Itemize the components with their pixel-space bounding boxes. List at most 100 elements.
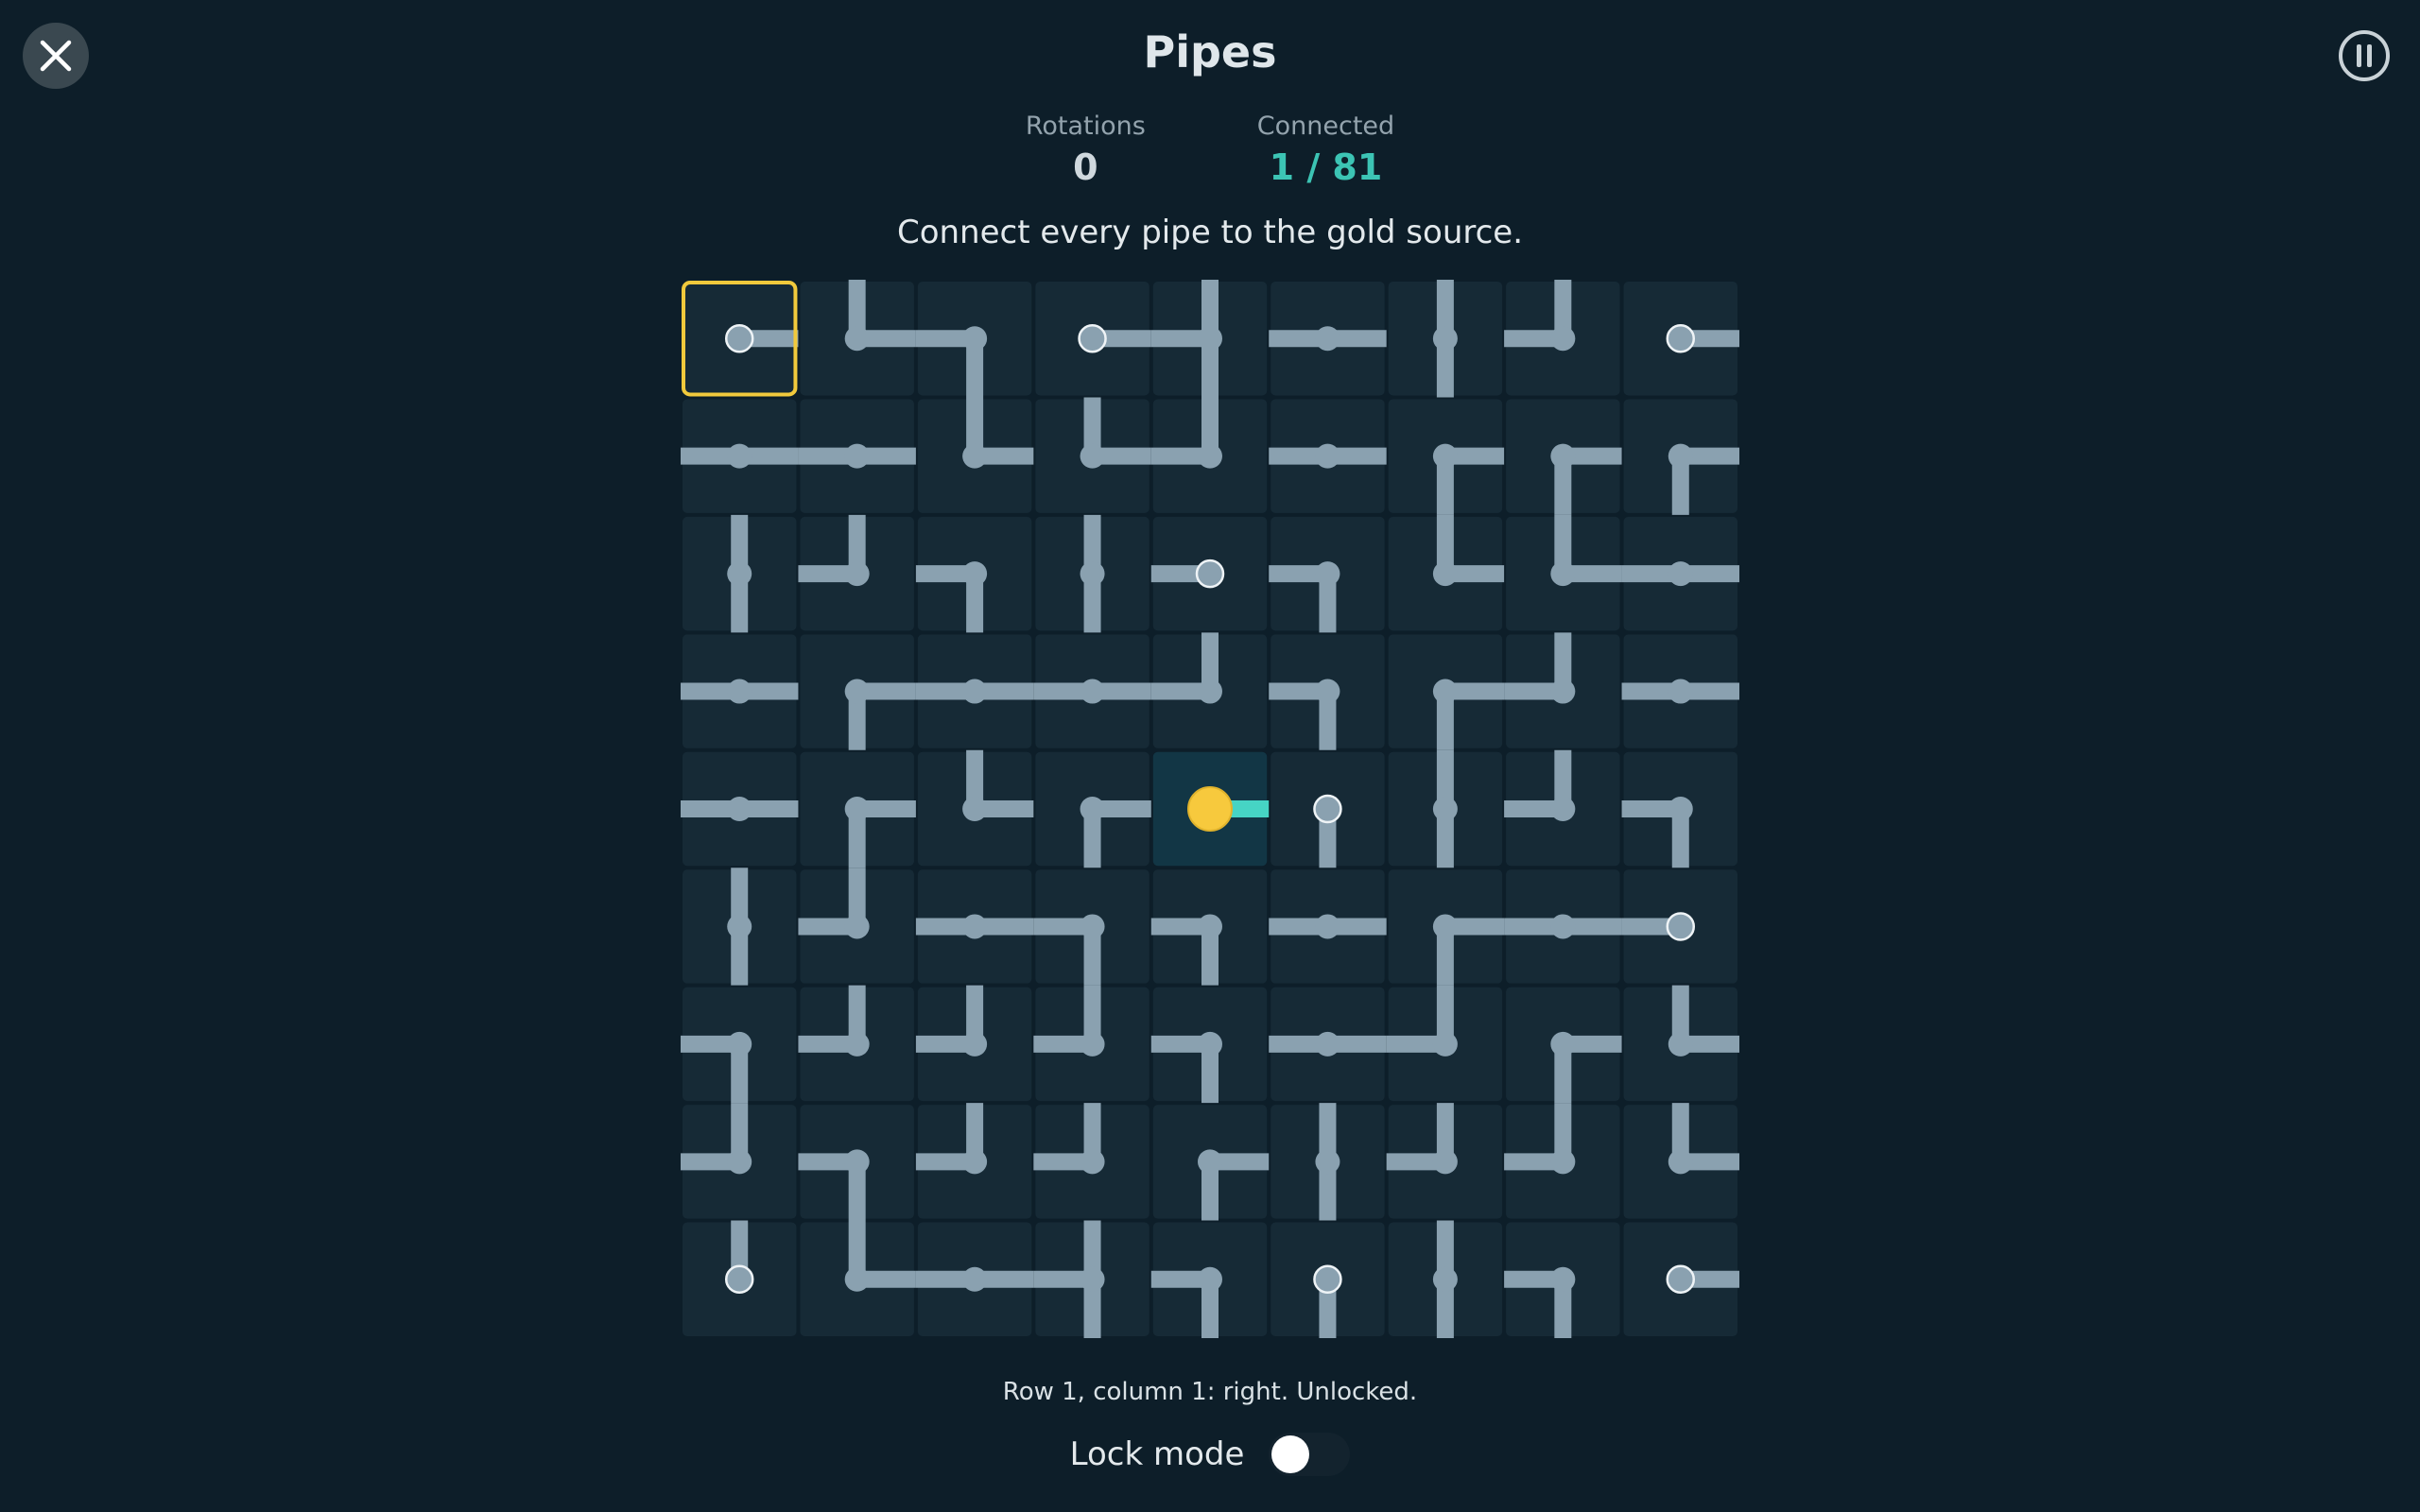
pipe-tile[interactable] <box>1388 399 1505 515</box>
pipe-tile[interactable] <box>1269 869 1387 984</box>
pipe-tile[interactable] <box>800 751 916 868</box>
junction-node <box>962 326 988 352</box>
pipe-tile[interactable] <box>1035 397 1151 513</box>
junction-node <box>962 1266 988 1292</box>
junction-node <box>844 561 870 587</box>
pipe-tile[interactable] <box>1033 1220 1150 1338</box>
pipe-tile[interactable] <box>1150 869 1268 986</box>
pipe-tile[interactable] <box>1033 869 1150 986</box>
pipe-tile[interactable] <box>1033 1103 1150 1219</box>
pipe-board <box>681 280 1739 1338</box>
pipe-tile[interactable] <box>1150 1222 1268 1338</box>
pipe-tile[interactable] <box>1270 1103 1385 1221</box>
pipe-tile[interactable] <box>1623 399 1739 515</box>
pipe-tile[interactable] <box>1504 749 1620 867</box>
pipe-tile[interactable] <box>1623 282 1739 396</box>
pipe-tile[interactable] <box>915 516 1032 633</box>
junction-node <box>844 326 870 352</box>
junction-node <box>727 561 752 587</box>
pipe-tile[interactable] <box>1504 1222 1620 1338</box>
pipe-tile[interactable] <box>1504 280 1620 396</box>
pipe-tile[interactable] <box>1506 399 1622 515</box>
pipe-tile[interactable] <box>1150 280 1268 398</box>
pipe-tile[interactable] <box>681 1103 797 1219</box>
pipe-tile[interactable] <box>1150 397 1268 513</box>
pipe-tile[interactable] <box>1150 516 1268 631</box>
pipe-tile[interactable] <box>915 282 1032 398</box>
pipe-tile[interactable] <box>1388 280 1503 398</box>
source-node <box>1187 786 1233 832</box>
pipe-tile[interactable] <box>1506 514 1622 631</box>
lock-mode-toggle[interactable] <box>1269 1433 1351 1476</box>
pipe-tile[interactable] <box>1269 516 1385 633</box>
pipe-tile[interactable] <box>1150 987 1268 1104</box>
junction-node <box>844 443 870 469</box>
pipe-tile[interactable] <box>1623 985 1739 1102</box>
pipe-tile[interactable] <box>915 985 1032 1102</box>
pipe-tile[interactable] <box>681 751 799 867</box>
pipe-tile[interactable] <box>1504 869 1622 984</box>
pipe-tile[interactable] <box>1269 987 1387 1102</box>
pipe-tile[interactable] <box>1269 282 1387 396</box>
pipe-tile[interactable] <box>1033 634 1151 748</box>
pipe-tile[interactable] <box>798 514 914 631</box>
junction-node <box>1550 326 1576 352</box>
pipe-tile[interactable] <box>1388 634 1505 750</box>
pipe-tile[interactable] <box>798 868 914 984</box>
stats-bar: Rotations 0 Connected 1 / 81 <box>0 112 2420 188</box>
pipe-tile[interactable] <box>800 1220 916 1336</box>
pipe-tile[interactable] <box>1386 985 1503 1102</box>
pipe-tile[interactable] <box>1388 1220 1503 1338</box>
pipe-tile[interactable] <box>1035 282 1151 396</box>
pipe-tile[interactable] <box>683 282 799 396</box>
junction-node <box>1432 561 1458 587</box>
pipe-tile[interactable] <box>1150 632 1268 748</box>
pipe-tile[interactable] <box>1388 514 1505 631</box>
pipe-tile[interactable] <box>1269 399 1387 513</box>
pipe-tile[interactable] <box>1035 751 1151 868</box>
pipe-tile[interactable] <box>681 399 799 513</box>
pipe-tile[interactable] <box>1506 987 1622 1104</box>
pipe-tile[interactable] <box>1504 632 1620 748</box>
pipe-tile[interactable] <box>1035 514 1150 633</box>
pipe-tile[interactable] <box>915 1103 1032 1219</box>
rotations-value: 0 <box>1073 146 1098 188</box>
pipe-tile[interactable] <box>681 987 797 1104</box>
pipe-tile[interactable] <box>1621 751 1737 868</box>
pipe-tile[interactable] <box>1386 1103 1503 1219</box>
pipe-tile[interactable] <box>1270 751 1385 868</box>
pipe-tile[interactable] <box>798 399 916 513</box>
junction-node <box>844 1266 870 1292</box>
pipe-tile[interactable] <box>915 634 1034 748</box>
pipe-tile[interactable] <box>1388 749 1503 868</box>
pipe-tile[interactable] <box>681 634 799 748</box>
pipe-tile[interactable] <box>1388 869 1505 986</box>
pause-button[interactable] <box>2331 23 2397 89</box>
pipe-tile[interactable] <box>1623 1103 1739 1219</box>
junction-node <box>844 914 870 939</box>
pipe-tile[interactable] <box>800 280 916 396</box>
pipe-tile[interactable] <box>915 869 1034 984</box>
pipe-tile[interactable] <box>917 749 1034 867</box>
pipe-tile[interactable] <box>683 514 797 633</box>
pipe-tile[interactable] <box>683 1220 797 1336</box>
pipe-tile[interactable] <box>915 1222 1034 1336</box>
pipe-tile[interactable] <box>683 868 797 986</box>
pipe-tile[interactable] <box>1033 985 1150 1102</box>
pipe-tile[interactable] <box>1504 1103 1620 1219</box>
pipe-tile[interactable] <box>917 397 1034 513</box>
pipe-tile[interactable] <box>1269 634 1385 750</box>
junction-node <box>1080 1031 1105 1057</box>
pipe-tile[interactable] <box>1621 869 1737 984</box>
pipe-tile[interactable] <box>1623 1222 1739 1336</box>
pipe-tile[interactable] <box>1152 751 1270 867</box>
pipe-tile[interactable] <box>800 634 916 750</box>
pipe-tile[interactable] <box>1270 1222 1385 1338</box>
pipe-tile[interactable] <box>1621 634 1739 748</box>
pipe-tile[interactable] <box>1621 516 1739 631</box>
pipe-tile[interactable] <box>1152 1105 1270 1221</box>
pipe-tile[interactable] <box>798 985 914 1102</box>
pipe-tile[interactable] <box>798 1105 914 1221</box>
junction-node <box>1080 679 1105 704</box>
junction-node <box>727 1149 752 1175</box>
